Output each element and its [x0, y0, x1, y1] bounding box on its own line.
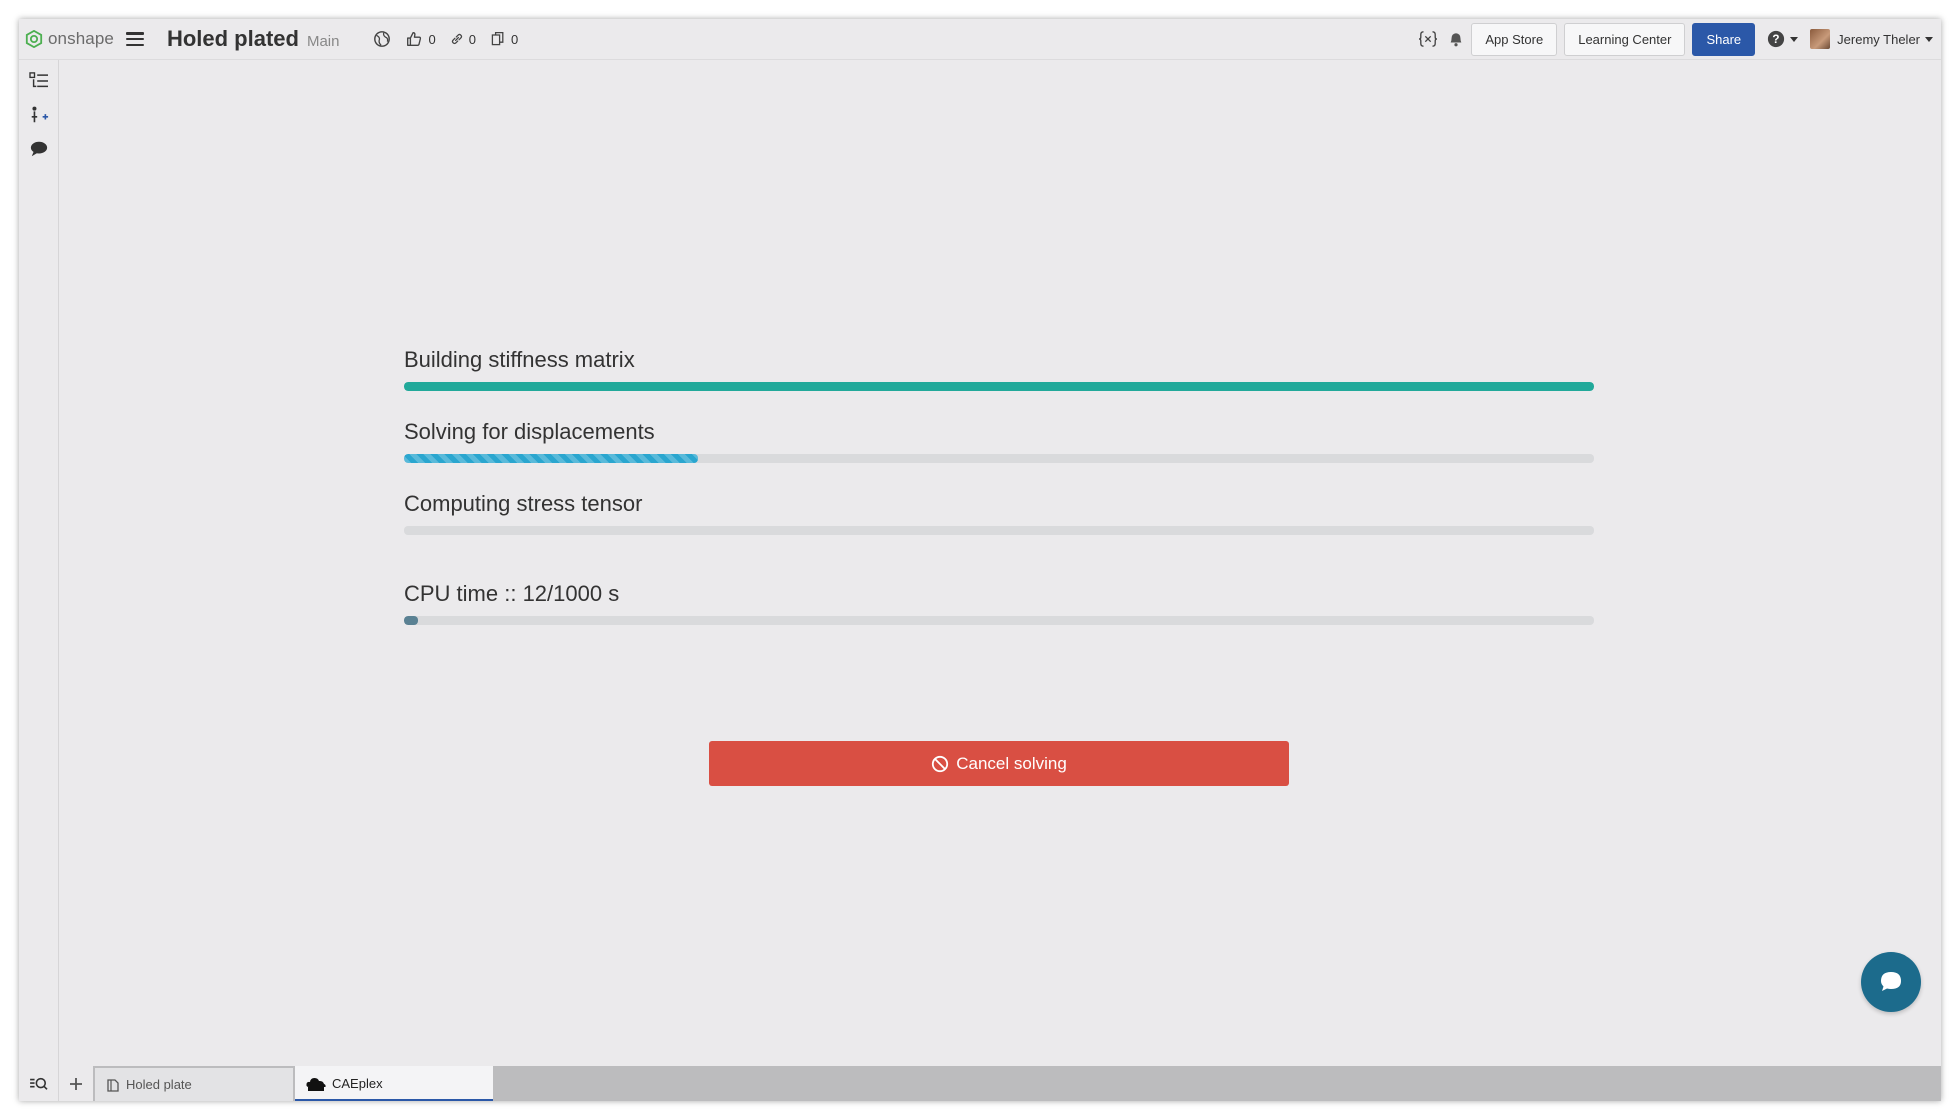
- progress-item: CPU time :: 12/1000 s: [404, 580, 1594, 625]
- cancel-solving-button[interactable]: Cancel solving: [709, 741, 1289, 786]
- left-rail: [19, 60, 59, 1066]
- progress-label: Building stiffness matrix: [404, 347, 635, 372]
- chat-bubble-icon: [1881, 972, 1901, 991]
- onshape-logo-icon: [25, 30, 43, 48]
- chat-button[interactable]: [1861, 952, 1921, 1012]
- user-name: Jeremy Theler: [1837, 31, 1920, 47]
- progress-label: CPU time :: 12/1000 s: [404, 581, 620, 606]
- links-value: 0: [468, 31, 476, 47]
- progress-bar: [404, 616, 1594, 625]
- variable-braces-icon[interactable]: [1418, 30, 1438, 48]
- comments-icon[interactable]: [24, 134, 54, 164]
- user-menu[interactable]: Jeremy Theler: [1810, 29, 1933, 49]
- part-studio-icon: [107, 1078, 119, 1092]
- progress-bar: [404, 526, 1594, 535]
- document-title[interactable]: Holed plated: [167, 26, 299, 52]
- tab-label: Holed plate: [126, 1077, 192, 1092]
- tab-holed-plate[interactable]: Holed plate: [95, 1066, 293, 1101]
- progress-bar-fill: [404, 382, 1594, 391]
- progress-bar: [404, 382, 1594, 391]
- caeplex-cloud-icon: [306, 1077, 326, 1091]
- cancel-container: Cancel solving: [404, 741, 1594, 786]
- progress-label: Computing stress tensor: [404, 491, 643, 516]
- progress-bar: [404, 454, 1594, 463]
- progress-item: Computing stress tensor: [404, 490, 1594, 535]
- cancel-label: Cancel solving: [956, 753, 1067, 773]
- branch-label[interactable]: Main: [307, 33, 340, 50]
- insert-part-icon[interactable]: [24, 100, 54, 130]
- progress-item: Building stiffness matrix: [404, 346, 1594, 391]
- onshape-logo[interactable]: onshape: [25, 29, 114, 49]
- progress-bar-fill: [404, 454, 698, 463]
- links-count[interactable]: 0: [450, 32, 476, 47]
- tab-caeplex[interactable]: CAEplex: [295, 1066, 493, 1101]
- progress-label: Solving for displacements: [404, 419, 655, 444]
- add-tab-icon[interactable]: [59, 1066, 93, 1101]
- logo-text: onshape: [48, 29, 114, 48]
- share-button[interactable]: Share: [1692, 22, 1756, 56]
- help-menu[interactable]: ?: [1767, 30, 1799, 48]
- copies-count[interactable]: 0: [490, 31, 518, 47]
- link-icon: [451, 33, 462, 45]
- copies-value: 0: [510, 31, 519, 47]
- app-window: onshape Holed plated Main 0 0 0 App Stor…: [19, 19, 1941, 1101]
- feature-list-icon[interactable]: [24, 66, 54, 96]
- learning-center-button[interactable]: Learning Center: [1564, 22, 1686, 56]
- ban-icon: [932, 755, 949, 772]
- tab-search-icon[interactable]: [19, 1066, 59, 1101]
- copy-documents-icon: [491, 31, 504, 46]
- likes-count[interactable]: 0: [405, 30, 436, 48]
- thumbs-up-icon: [407, 32, 422, 46]
- svg-text:?: ?: [1773, 33, 1780, 46]
- progress-item: Solving for displacements: [404, 418, 1594, 463]
- tab-label: CAEplex: [332, 1076, 383, 1091]
- main-panel: Building stiffness matrix Solving for dis…: [60, 60, 1941, 1066]
- top-bar: onshape Holed plated Main 0 0 0 App Stor…: [19, 19, 1941, 60]
- globe-icon[interactable]: [373, 30, 391, 48]
- solver-progress: Building stiffness matrix Solving for dis…: [404, 346, 1594, 786]
- avatar: [1810, 29, 1831, 49]
- app-store-button[interactable]: App Store: [1471, 22, 1558, 56]
- bottom-tab-bar: Holed plate CAEplex: [19, 1066, 1941, 1101]
- help-question-icon: ?: [1768, 30, 1785, 48]
- progress-bar-fill: [404, 616, 419, 625]
- notifications-bell-icon[interactable]: [1448, 30, 1464, 48]
- likes-value: 0: [428, 31, 436, 47]
- hamburger-menu-icon[interactable]: [125, 32, 144, 46]
